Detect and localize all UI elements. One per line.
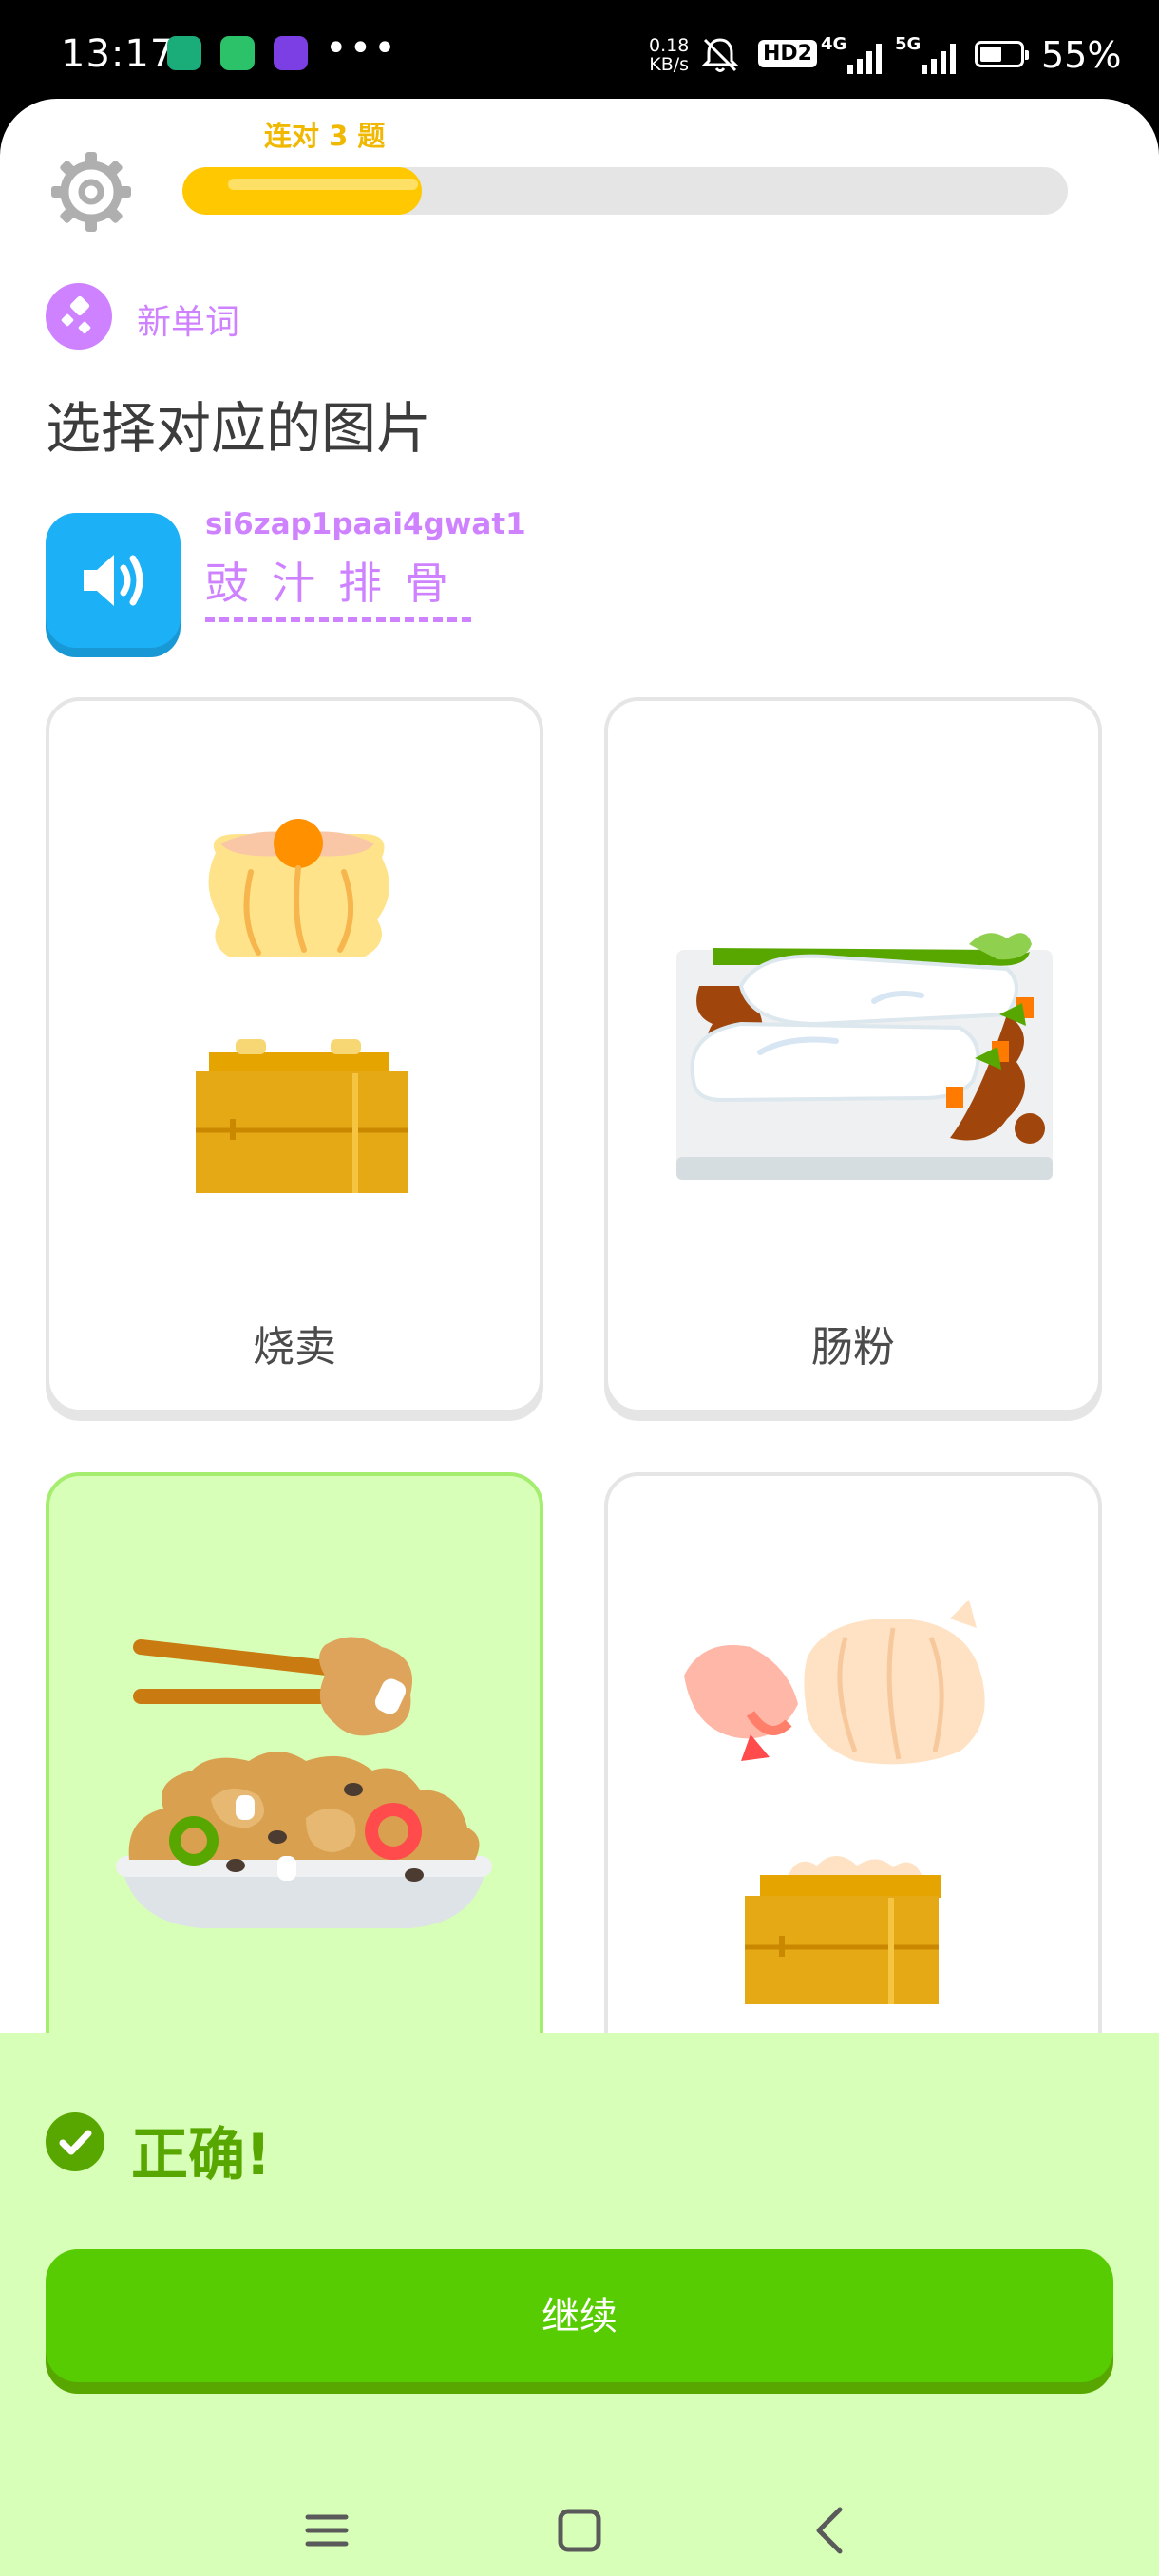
checkmark-icon xyxy=(46,2112,104,2171)
option-label: 烧卖 xyxy=(253,1323,336,1372)
app-notification-icon xyxy=(167,36,201,70)
hd-voice-badge: HD2 xyxy=(758,40,817,67)
new-word-label: 新单词 xyxy=(137,303,240,342)
progress-fill xyxy=(182,167,422,215)
signal-icon xyxy=(847,44,882,74)
more-notifications-icon: ••• xyxy=(325,27,398,70)
network-speed-value: 0.18 xyxy=(649,35,690,56)
option-card-siu-mai[interactable]: 烧卖 xyxy=(46,697,543,1413)
battery-level xyxy=(980,47,1001,62)
speaker-icon xyxy=(84,555,143,606)
home-icon[interactable] xyxy=(551,2502,608,2559)
chat-notification-icon xyxy=(220,36,255,70)
correct-feedback-panel: 正确! 继续 xyxy=(0,2033,1159,2576)
status-bar: 13:17 ••• 0.18 KB/s HD2 4G 5G 55% xyxy=(0,0,1159,104)
har-gow-illustration xyxy=(684,1600,985,2004)
app-notification-icon xyxy=(274,36,308,70)
clock: 13:17 xyxy=(61,32,176,76)
continue-button[interactable]: 继续 xyxy=(46,2249,1113,2382)
cheung-fun-illustration xyxy=(676,933,1053,1180)
spare-ribs-illustration xyxy=(116,1637,492,1928)
settings-gear-icon[interactable] xyxy=(48,148,135,236)
menu-icon[interactable] xyxy=(298,2502,355,2559)
siu-mai-illustration xyxy=(196,819,408,1193)
option-card-cheung-fun[interactable]: 肠粉 xyxy=(604,697,1102,1413)
exercise-instruction: 选择对应的图片 xyxy=(46,396,432,461)
mute-bell-icon xyxy=(701,38,739,72)
play-audio-button[interactable] xyxy=(46,513,180,648)
lesson-progress-bar xyxy=(182,167,1068,215)
jyutping-text: si6zap1paai4gwat1 xyxy=(205,507,526,541)
battery-icon xyxy=(975,41,1029,67)
option-label: 肠粉 xyxy=(811,1323,895,1372)
battery-percent: 55% xyxy=(1041,34,1122,76)
new-word-badge-icon xyxy=(46,283,112,350)
network-speed-unit: KB/s xyxy=(649,54,690,75)
network-speed: 0.18 KB/s xyxy=(649,36,689,74)
prompt-word[interactable]: 豉汁排骨 xyxy=(205,549,471,622)
back-icon[interactable] xyxy=(804,2502,861,2559)
feedback-title: 正确! xyxy=(131,2122,272,2188)
system-navigation-bar xyxy=(0,2489,1159,2576)
signal-icon xyxy=(922,44,956,74)
streak-label: 连对 3 题 xyxy=(264,120,386,152)
